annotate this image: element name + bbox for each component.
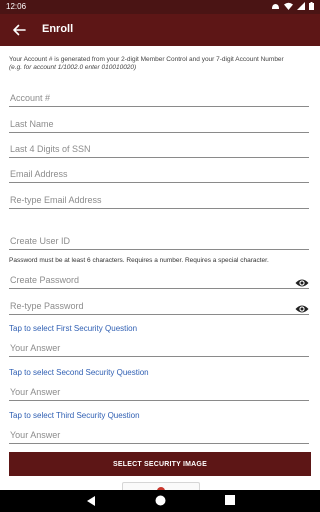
create-password-field[interactable]: Create Password — [9, 268, 309, 289]
retype-email-placeholder: Re-type Email Address — [10, 195, 102, 205]
first-answer-field[interactable]: Your Answer — [9, 336, 309, 357]
status-time: 12:06 — [6, 2, 27, 11]
email-field[interactable]: Email Address — [9, 162, 309, 183]
third-security-question-link[interactable]: Tap to select Third Security Question — [9, 411, 140, 420]
select-security-image-button[interactable]: SELECT SECURITY IMAGE — [9, 452, 311, 476]
first-answer-placeholder: Your Answer — [10, 343, 61, 353]
visibility-eye-icon[interactable] — [295, 275, 309, 287]
navigation-bar — [0, 490, 320, 512]
second-answer-field[interactable]: Your Answer — [9, 380, 309, 401]
account-number-field[interactable]: Account # — [9, 86, 309, 107]
last-name-field[interactable]: Last Name — [9, 112, 309, 133]
signal-icon — [297, 2, 305, 12]
nav-back-icon[interactable] — [86, 495, 96, 507]
nav-recents-icon[interactable] — [225, 495, 235, 505]
account-info-description: Your Account # is generated from your 2-… — [9, 56, 284, 63]
account-info-example: (e.g. for account 1/1002.0 enter 0100100… — [9, 64, 137, 71]
retype-password-field[interactable]: Re-type Password — [9, 294, 309, 315]
status-bar: 12:06 — [0, 0, 320, 14]
visibility-eye-icon[interactable] — [295, 301, 309, 313]
second-security-question-link[interactable]: Tap to select Second Security Question — [9, 368, 149, 377]
third-answer-placeholder: Your Answer — [10, 430, 61, 440]
second-answer-placeholder: Your Answer — [10, 387, 61, 397]
enroll-form: Your Account # is generated from your 2-… — [0, 46, 320, 493]
android-notification-icon — [271, 2, 280, 12]
status-icons — [271, 2, 314, 12]
wifi-icon — [284, 2, 293, 12]
nav-home-icon[interactable] — [155, 495, 166, 506]
page-title: Enroll — [42, 23, 74, 35]
account-number-placeholder: Account # — [10, 93, 51, 103]
last-name-placeholder: Last Name — [10, 119, 54, 129]
third-answer-field[interactable]: Your Answer — [9, 423, 309, 444]
battery-icon — [309, 2, 314, 12]
create-password-placeholder: Create Password — [10, 275, 80, 285]
ssn-placeholder: Last 4 Digits of SSN — [10, 144, 91, 154]
account-info-text: Your Account # is generated from your 2-… — [9, 56, 309, 72]
email-placeholder: Email Address — [10, 169, 68, 179]
user-id-placeholder: Create User ID — [10, 236, 71, 246]
arrow-back-icon[interactable] — [10, 21, 28, 39]
retype-password-placeholder: Re-type Password — [10, 301, 84, 311]
first-security-question-link[interactable]: Tap to select First Security Question — [9, 324, 137, 333]
user-id-field[interactable]: Create User ID — [9, 229, 309, 250]
ssn-field[interactable]: Last 4 Digits of SSN — [9, 137, 309, 158]
retype-email-field[interactable]: Re-type Email Address — [9, 188, 309, 209]
password-requirements: Password must be at least 6 characters. … — [9, 257, 269, 264]
app-bar: Enroll — [0, 14, 320, 46]
